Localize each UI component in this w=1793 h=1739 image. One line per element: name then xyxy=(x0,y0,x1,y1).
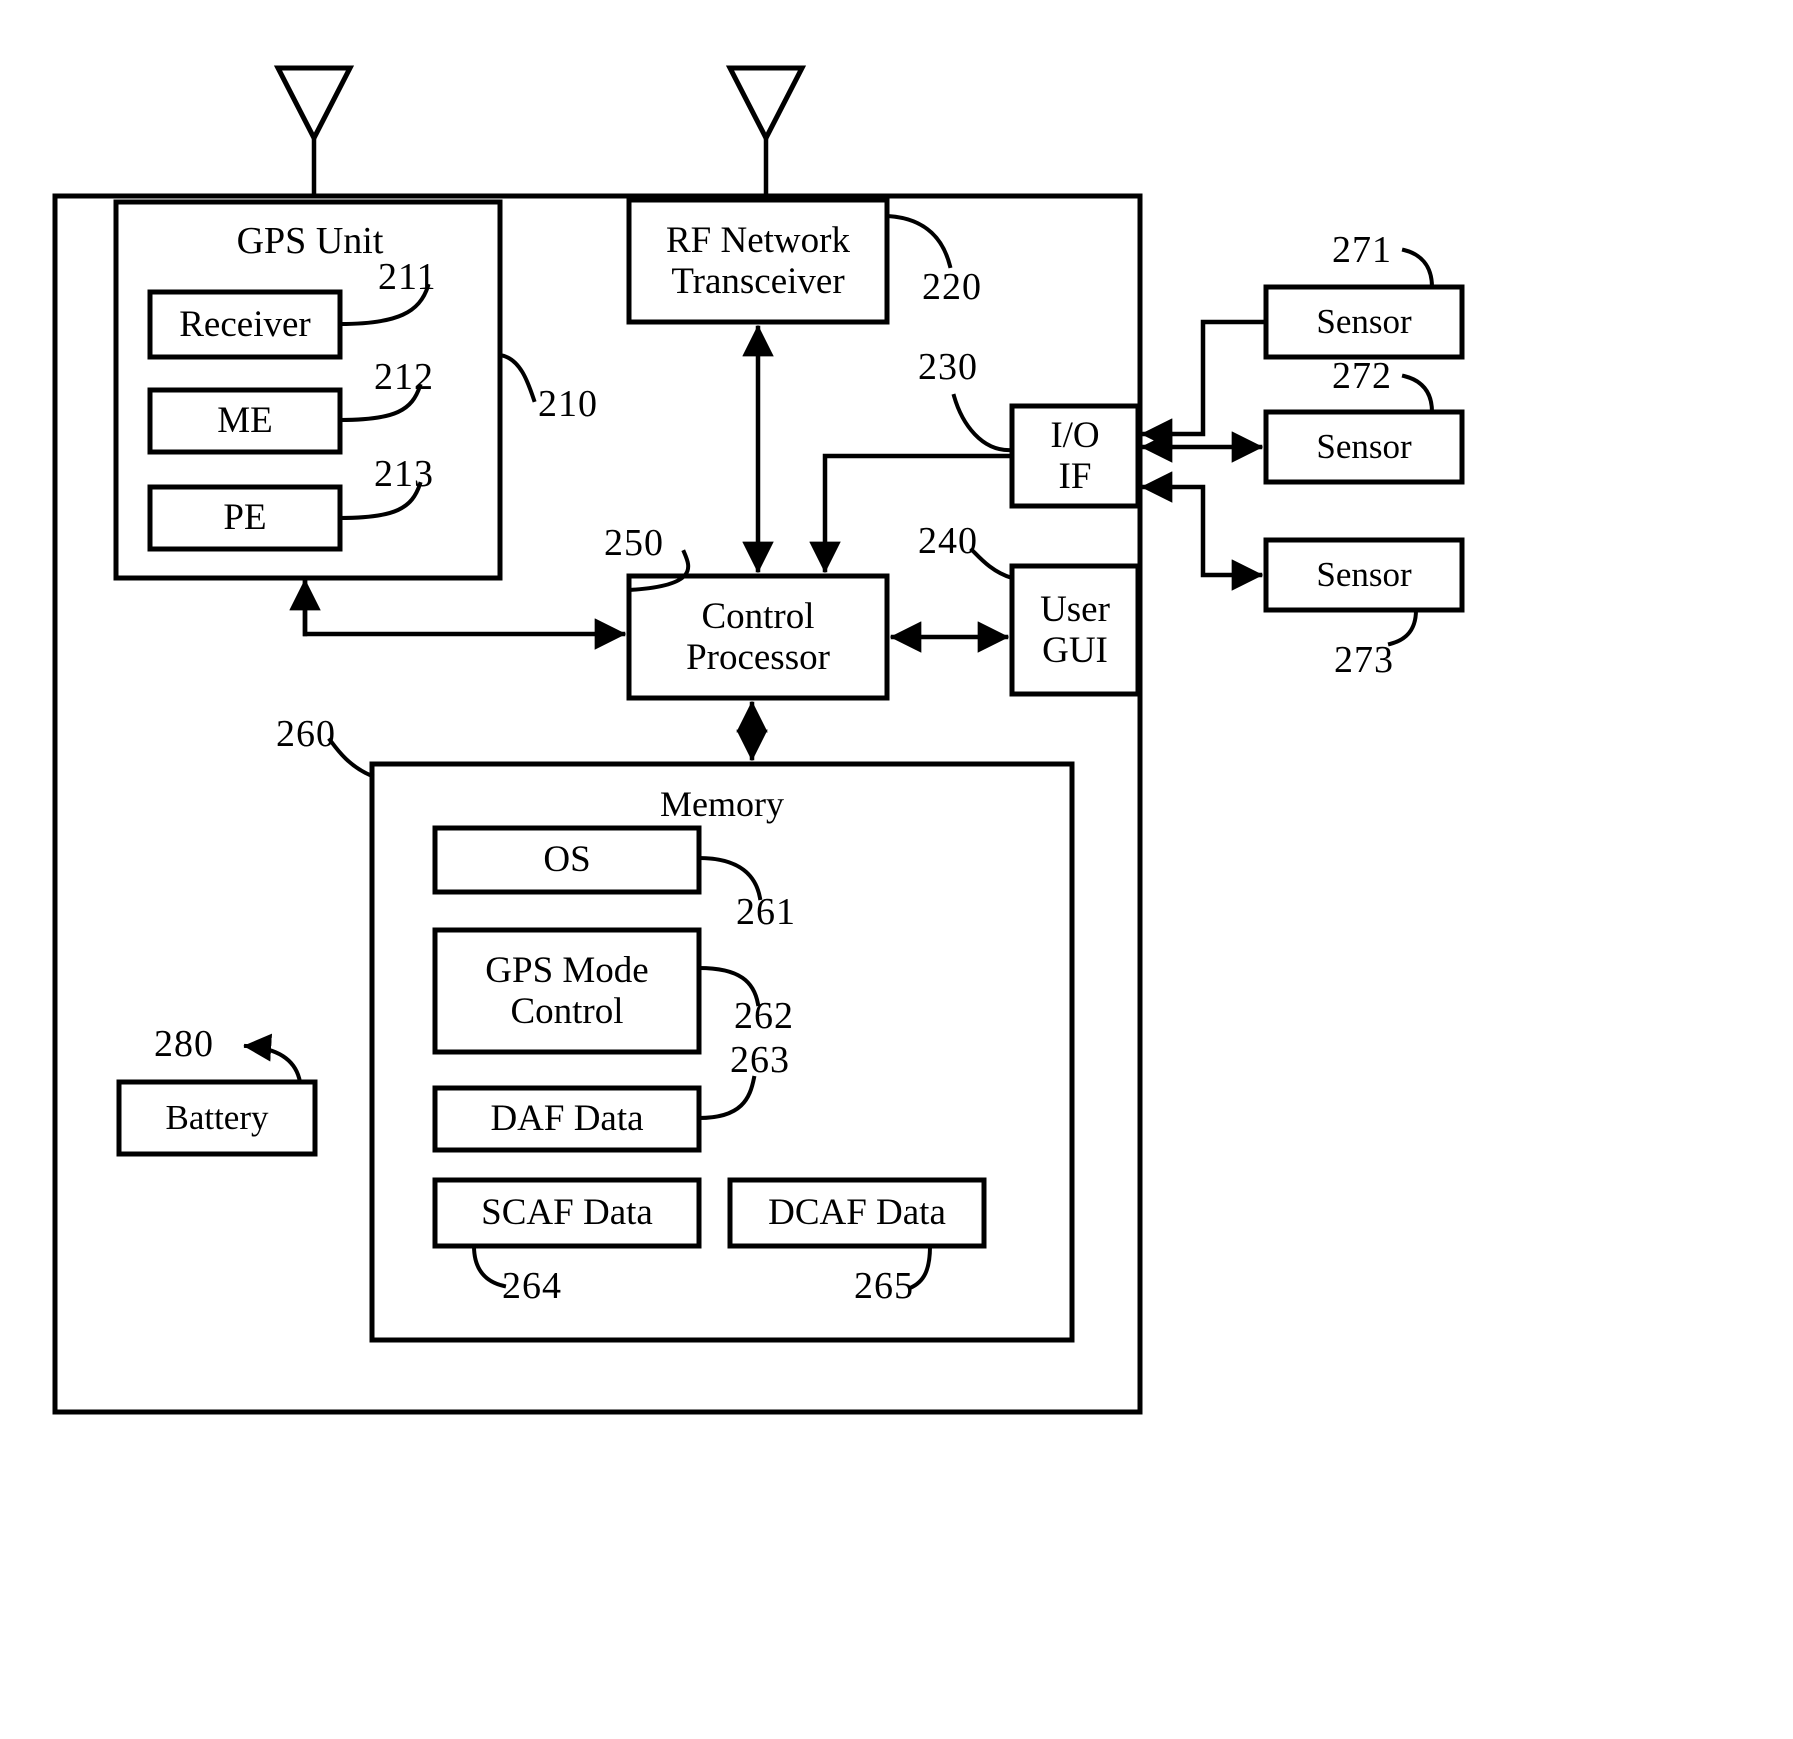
ref-265: 265 xyxy=(854,1265,914,1307)
gps-antenna-icon xyxy=(273,65,355,199)
ref-230: 230 xyxy=(918,346,978,388)
ref-211: 211 xyxy=(378,256,437,298)
ref-240: 240 xyxy=(918,520,978,562)
ref-261: 261 xyxy=(736,891,796,933)
ref-272: 272 xyxy=(1332,355,1392,397)
ref-220: 220 xyxy=(922,266,982,308)
ref-210: 210 xyxy=(538,383,598,425)
rf-antenna-icon xyxy=(725,65,807,199)
ref-212: 212 xyxy=(374,356,434,398)
figure-canvas: GPS Unit Receiver ME PE 211 212 213 210 … xyxy=(0,0,1793,1739)
ref-263: 263 xyxy=(730,1039,790,1081)
ref-271: 271 xyxy=(1332,229,1392,271)
ref-260: 260 xyxy=(276,713,336,755)
ref-250: 250 xyxy=(604,522,664,564)
ref-264: 264 xyxy=(502,1265,562,1307)
ref-262: 262 xyxy=(734,995,794,1037)
ref-213: 213 xyxy=(374,453,434,495)
ref-273: 273 xyxy=(1334,639,1394,681)
ref-280: 280 xyxy=(154,1023,214,1065)
diagram-lines xyxy=(52,65,1465,1415)
